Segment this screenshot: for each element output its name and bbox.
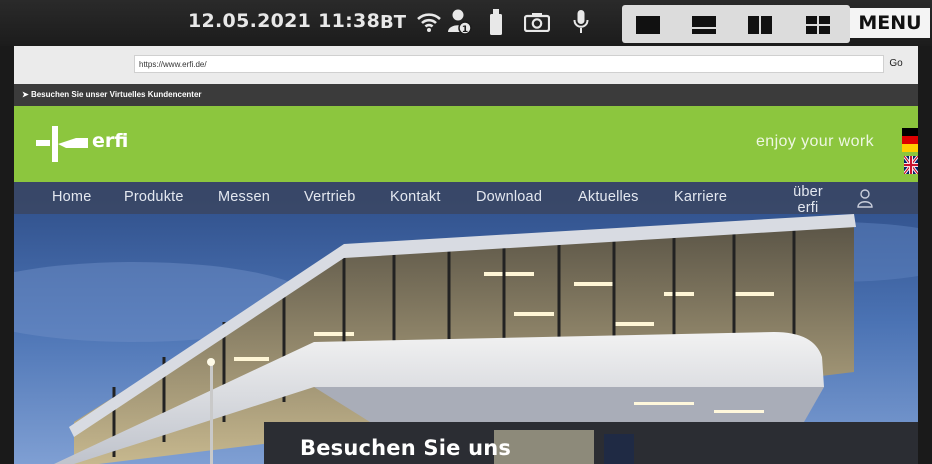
hero-title: Besuchen Sie uns (300, 436, 512, 460)
layout-single-icon[interactable] (636, 16, 660, 34)
nav-produkte[interactable]: Produkte (124, 189, 184, 205)
site-header: erfi enjoy your work (14, 106, 918, 182)
user-notification-icon[interactable]: 1 (446, 8, 474, 36)
browser-screen: https://www.erfi.de/ Go ➤ Besuchen Sie u… (14, 46, 918, 464)
user-icon[interactable] (856, 188, 874, 208)
microphone-icon[interactable] (570, 8, 592, 36)
logo-text: erfi (92, 130, 129, 152)
svg-text:1: 1 (462, 25, 468, 35)
browser-toolbar: https://www.erfi.de/ Go (14, 46, 918, 85)
arrow-icon: ➤ (22, 90, 31, 99)
camera-icon[interactable] (522, 8, 552, 36)
uk-flag-icon[interactable] (902, 155, 918, 175)
date-time: 12.05.2021 11:38 (188, 10, 381, 32)
layout-selector (622, 5, 850, 43)
layout-two-rows-icon[interactable] (692, 16, 716, 34)
german-flag-icon[interactable] (902, 128, 918, 152)
go-button[interactable]: Go (882, 55, 910, 73)
wifi-icon[interactable] (414, 8, 444, 36)
layout-grid-icon[interactable] (806, 16, 830, 34)
nav-messen[interactable]: Messen (218, 189, 270, 205)
url-input[interactable]: https://www.erfi.de/ (134, 55, 884, 73)
virtual-center-banner[interactable]: ➤ Besuchen Sie unser Virtuelles Kundence… (14, 84, 918, 106)
slogan: enjoy your work (756, 133, 875, 150)
nav-ueber-erfi[interactable]: über erfi (788, 184, 828, 216)
usb-stick-icon[interactable] (486, 8, 506, 36)
nav-download[interactable]: Download (476, 189, 542, 205)
hero-image (14, 182, 918, 464)
main-navigation: Home Produkte Messen Vertrieb Kontakt Do… (14, 182, 918, 216)
erfi-logo[interactable]: erfi (36, 126, 129, 162)
nav-vertrieb[interactable]: Vertrieb (304, 189, 356, 205)
menu-button[interactable]: MENU (850, 8, 930, 38)
layout-two-columns-icon[interactable] (748, 16, 772, 34)
bluetooth-label[interactable]: BT (380, 8, 406, 36)
status-bar: 12.05.2021 11:38 BT 1 MENU (0, 0, 932, 46)
banner-text: Besuchen Sie unser Virtuelles Kundencent… (30, 90, 202, 99)
nav-aktuelles[interactable]: Aktuelles (578, 189, 639, 205)
nav-karriere[interactable]: Karriere (674, 189, 727, 205)
nav-home[interactable]: Home (52, 189, 91, 205)
nav-kontakt[interactable]: Kontakt (390, 189, 441, 205)
